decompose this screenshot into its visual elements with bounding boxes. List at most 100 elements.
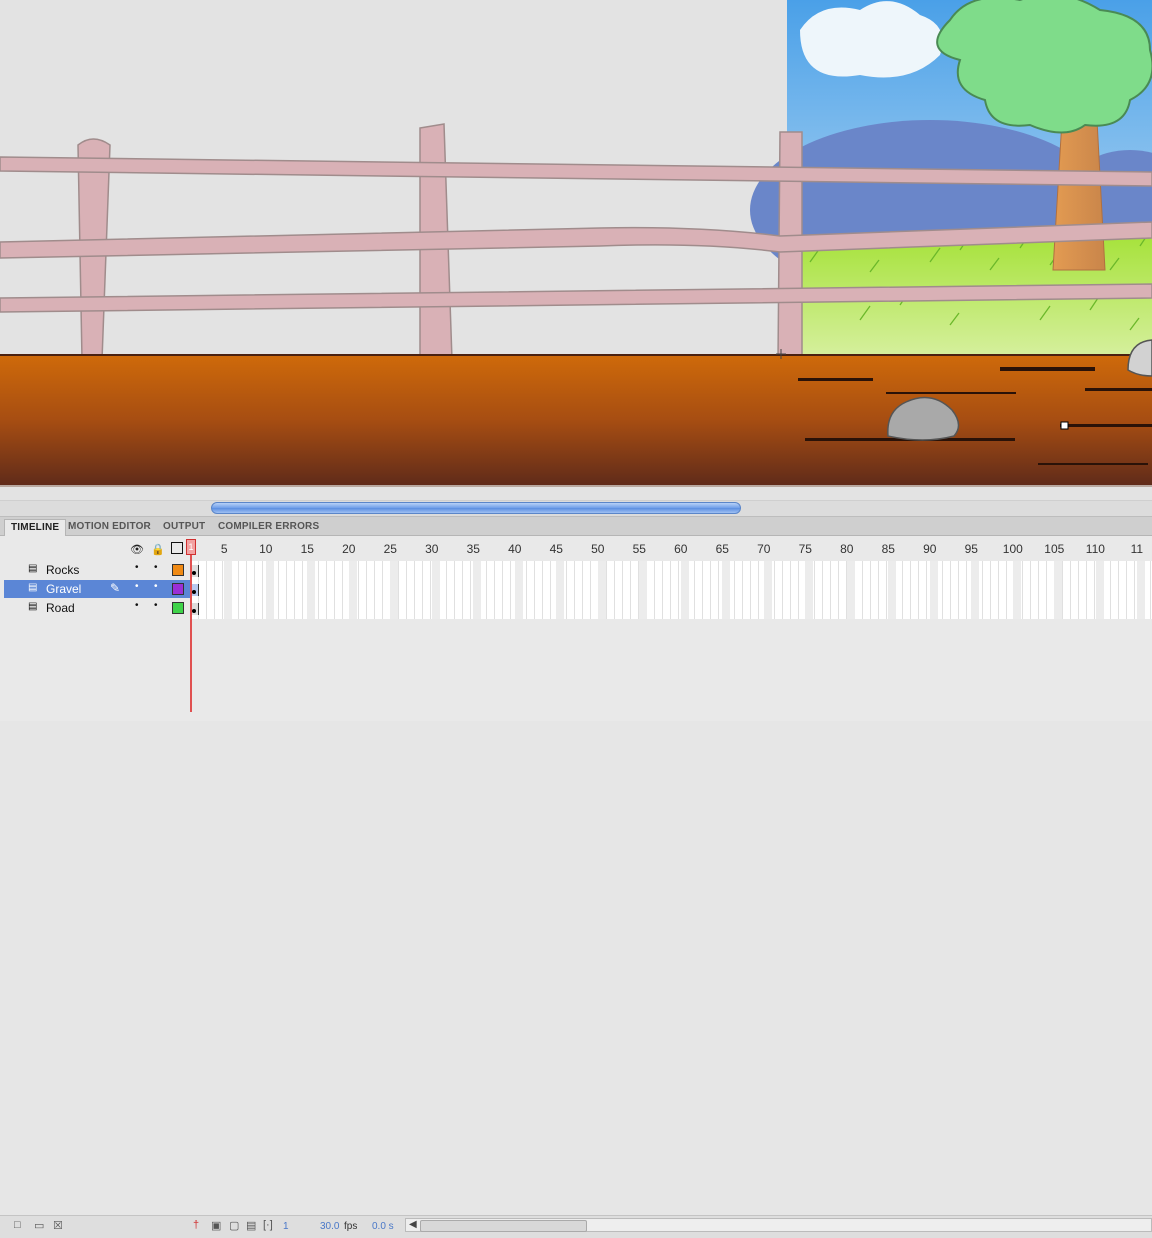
new-folder-icon[interactable]: ▭ — [34, 1219, 44, 1232]
frame-column-marker — [265, 561, 274, 619]
fps-unit: fps — [344, 1221, 358, 1232]
scrollbar-thumb[interactable] — [211, 502, 741, 514]
scene-artwork — [0, 0, 1152, 487]
ruler-frame-number: 20 — [342, 542, 356, 556]
layer-list: ▤ Rocks • • ▤ Gravel ✎ • • ▤ Road • • — [0, 561, 190, 619]
frame-column-marker — [639, 561, 648, 619]
outline-icon[interactable] — [171, 542, 183, 554]
layer-color-swatch[interactable] — [172, 564, 184, 576]
ruler-frame-number: 25 — [383, 542, 397, 556]
scroll-left-icon[interactable]: ◀ — [409, 1219, 417, 1230]
ruler-frame-number: 75 — [798, 542, 812, 556]
ruler-frame-number: 5 — [220, 542, 228, 556]
current-frame-value[interactable]: 1 — [283, 1221, 289, 1232]
tab-compiler-errors[interactable]: COMPILER ERRORS — [212, 519, 325, 535]
frame-column-marker — [597, 561, 606, 619]
frame-column-marker — [473, 561, 482, 619]
frame-column-marker — [307, 561, 316, 619]
fps-value[interactable]: 30.0 — [320, 1221, 339, 1232]
timeline-header: 👁 🔒 5 10 15 20 25 30 35 40 45 50 55 60 65 70 75 80 85 90 9… — [0, 536, 1152, 560]
lock-toggle[interactable]: • — [154, 600, 158, 611]
tree-trunk — [1052, 119, 1106, 271]
layer-icon: ▤ — [28, 601, 38, 612]
selection-handle — [1060, 421, 1069, 430]
delete-icon[interactable]: ☒ — [53, 1219, 63, 1232]
layer-icon: ▤ — [28, 582, 38, 593]
frame-column-marker — [390, 561, 399, 619]
ruler-frame-number: 90 — [923, 542, 937, 556]
ruler-frame-number: 60 — [674, 542, 688, 556]
lock-toggle[interactable]: • — [154, 581, 158, 592]
frame-column-marker — [224, 561, 233, 619]
ruler-frame-number: 10 — [259, 542, 273, 556]
ruler-frame-number: 95 — [964, 542, 978, 556]
visibility-toggle[interactable]: • — [135, 562, 139, 573]
frame-column-marker — [514, 561, 523, 619]
modify-markers-icon[interactable]: [·] — [263, 1219, 273, 1231]
stage-canvas[interactable] — [0, 0, 1152, 500]
playhead[interactable]: 1 — [186, 539, 196, 555]
layer-color-swatch[interactable] — [172, 583, 184, 595]
timeline-footer: □ ▭ ☒ † ▣ ▢ ▤ [·] 1 30.0 fps 0.0 s ◀ — [0, 1215, 1152, 1238]
frame-column-marker — [888, 561, 897, 619]
layer-icon: ▤ — [28, 563, 38, 574]
frame-grid[interactable] — [191, 561, 1152, 619]
frame-column-marker — [722, 561, 731, 619]
ruler-frame-number: 85 — [881, 542, 895, 556]
ruler-frame-number: 55 — [632, 542, 646, 556]
layer-name[interactable]: Rocks — [46, 563, 79, 577]
frame-column-marker — [556, 561, 565, 619]
keyframe[interactable] — [191, 603, 199, 615]
tab-motion-editor[interactable]: MOTION EDITOR — [62, 519, 157, 535]
ruler-frame-number: 11 — [1130, 542, 1144, 556]
visibility-toggle[interactable]: • — [135, 600, 139, 611]
tab-output[interactable]: OUTPUT — [157, 519, 211, 535]
frames-scrollbar-thumb[interactable] — [420, 1220, 587, 1232]
frame-column-marker — [1095, 561, 1104, 619]
frame-column-marker — [1054, 561, 1063, 619]
lock-toggle[interactable]: • — [154, 562, 158, 573]
frames-horizontal-scrollbar[interactable]: ◀ — [405, 1218, 1152, 1232]
ruler-frame-number: 100 — [1002, 542, 1023, 556]
frame-column-marker — [1012, 561, 1021, 619]
ruler-frame-number: 110 — [1085, 542, 1105, 556]
ruler-frame-number: 45 — [549, 542, 563, 556]
ruler-frame-number: 40 — [508, 542, 522, 556]
pencil-icon: ✎ — [110, 581, 121, 595]
ruler-frame-number: 65 — [715, 542, 729, 556]
elapsed-time: 0.0 s — [372, 1221, 394, 1232]
edit-multiple-icon[interactable]: ▤ — [246, 1219, 256, 1232]
center-frame-icon[interactable]: † — [193, 1219, 203, 1231]
frame-column-marker — [431, 561, 440, 619]
ruler-frame-number: 50 — [591, 542, 605, 556]
eye-icon[interactable]: 👁 — [130, 543, 144, 556]
frame-column-marker — [805, 561, 814, 619]
visibility-toggle[interactable]: • — [135, 581, 139, 592]
stage-horizontal-scrollbar[interactable] — [0, 500, 1152, 517]
layer-row-rocks[interactable]: ▤ Rocks • • — [4, 561, 190, 579]
frame-column-marker — [971, 561, 980, 619]
onion-skin-icon[interactable]: ▣ — [211, 1219, 221, 1232]
road — [0, 355, 1152, 487]
ruler-frame-number: 80 — [840, 542, 854, 556]
layer-name[interactable]: Gravel — [46, 582, 81, 596]
frame-column-marker — [763, 561, 772, 619]
ruler-frame-number: 35 — [466, 542, 480, 556]
frame-column-marker — [1137, 561, 1146, 619]
layer-name[interactable]: Road — [46, 601, 75, 615]
frame-column-marker — [680, 561, 689, 619]
ruler-frame-number: 30 — [425, 542, 439, 556]
playhead-line — [190, 544, 192, 712]
frame-column-marker — [348, 561, 357, 619]
frame-column-marker — [846, 561, 855, 619]
new-layer-icon[interactable]: □ — [14, 1219, 24, 1231]
panel-tabs: TIMELINE MOTION EDITOR OUTPUT COMPILER E… — [0, 517, 1152, 536]
keyframe[interactable] — [191, 565, 199, 577]
keyframe[interactable] — [191, 584, 199, 596]
layer-row-road[interactable]: ▤ Road • • — [4, 599, 190, 617]
layer-row-gravel[interactable]: ▤ Gravel ✎ • • — [4, 580, 190, 598]
onion-outlines-icon[interactable]: ▢ — [229, 1219, 239, 1232]
layer-color-swatch[interactable] — [172, 602, 184, 614]
lock-icon[interactable]: 🔒 — [151, 543, 165, 556]
tab-timeline[interactable]: TIMELINE — [4, 519, 67, 536]
